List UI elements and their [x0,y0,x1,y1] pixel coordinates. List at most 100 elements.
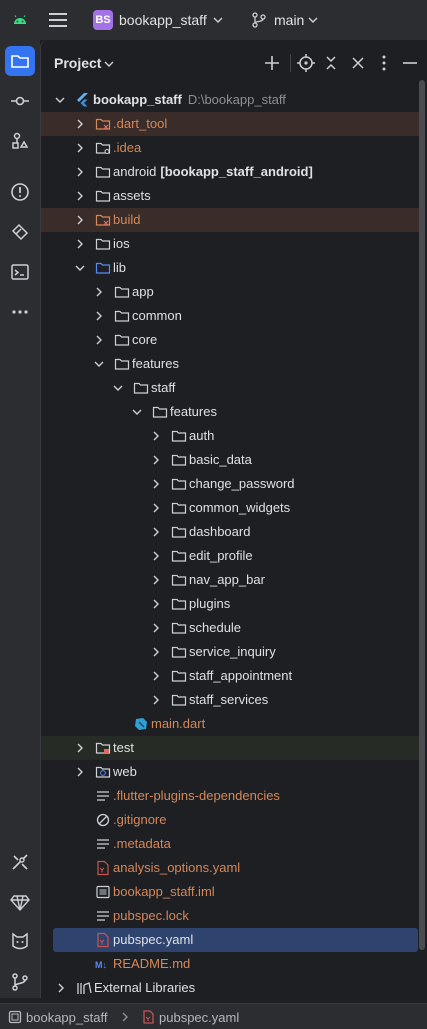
tree-folder-row[interactable]: ios [41,232,419,256]
chevron-right-icon[interactable] [151,479,161,489]
chevron-right-icon[interactable] [75,767,85,777]
chevron-right-icon[interactable] [151,599,161,609]
tree-folder-row[interactable]: edit_profile [41,544,419,568]
chevron-right-icon[interactable] [56,983,66,993]
tree-folder-row[interactable]: auth [41,424,419,448]
chevron-right-icon[interactable] [151,503,161,513]
breadcrumb-project[interactable]: bookapp_staff [26,1010,107,1025]
branch-switcher[interactable]: main [274,12,304,28]
project-badge[interactable]: BS [93,10,113,30]
vertical-scrollbar[interactable] [419,80,425,950]
tree-folder-row[interactable]: common [41,304,419,328]
tree-folder-row[interactable]: staff_services [41,688,419,712]
chevron-right-icon[interactable] [151,455,161,465]
tree-file-row[interactable]: M↓ README.md [41,952,419,976]
tree-folder-row[interactable]: lib [41,256,419,280]
logcat-tool-button[interactable] [5,927,35,957]
tree-file-row[interactable]: pubspec.lock [41,904,419,928]
tree-file-row[interactable]: bookapp_staff.iml [41,880,419,904]
tree-folder-row[interactable]: schedule [41,616,419,640]
more-tools-button[interactable] [5,297,35,327]
android-icon[interactable] [10,11,30,29]
new-file-icon[interactable] [263,54,281,72]
locate-icon[interactable] [297,54,315,72]
tree-file-row[interactable]: analysis_options.yaml [41,856,419,880]
expand-all-icon[interactable] [322,54,340,72]
problems-tool-button[interactable] [5,177,35,207]
commit-tool-button[interactable] [5,86,35,116]
tree-folder-row[interactable]: app [41,280,419,304]
tree-folder-row[interactable]: service_inquiry [41,640,419,664]
collapse-all-icon[interactable] [349,54,367,72]
tree-folder-row[interactable]: features [41,352,419,376]
chevron-right-icon[interactable] [75,743,85,753]
panel-title[interactable]: Project [54,55,101,71]
chevron-right-icon[interactable] [75,239,85,249]
chevron-right-icon[interactable] [75,167,85,177]
chevron-right-icon[interactable] [151,647,161,657]
tree-file-row[interactable]: .gitignore [41,808,419,832]
chevron-right-icon[interactable] [94,335,104,345]
tree-folder-row[interactable]: nav_app_bar [41,568,419,592]
tree-folder-row[interactable]: staff [41,376,419,400]
chevron-down-icon[interactable] [213,15,223,25]
chevron-down-icon[interactable] [75,263,85,273]
tree-folder-row[interactable]: assets [41,184,419,208]
chevron-down-icon[interactable] [113,383,123,393]
version-control-tool-button[interactable] [5,967,35,997]
tree-folder-row[interactable]: plugins [41,592,419,616]
chevron-right-icon[interactable] [75,119,85,129]
folder-icon [114,286,130,298]
build-tool-button[interactable] [5,847,35,877]
tree-folder-row[interactable]: .idea [41,136,419,160]
chevron-down-icon[interactable] [104,59,114,69]
options-icon[interactable] [375,54,393,72]
chevron-right-icon[interactable] [94,311,104,321]
tree-folder-row[interactable]: staff_appointment [41,664,419,688]
chevron-right-icon[interactable] [94,287,104,297]
chevron-right-icon[interactable] [151,527,161,537]
tree-file-row[interactable]: pubspec.yaml [53,928,418,952]
gem-tool-button[interactable] [5,887,35,917]
chevron-down-icon[interactable] [94,359,104,369]
tree-file-row[interactable]: main.dart [41,712,419,736]
project-switcher[interactable]: bookapp_staff [119,12,207,28]
tree-folder-row[interactable]: dashboard [41,520,419,544]
tree-folder-row[interactable]: External Libraries [41,976,419,1000]
structure-tool-button[interactable] [5,126,35,156]
tree-folder-row[interactable]: core [41,328,419,352]
tree-folder-row[interactable]: common_widgets [41,496,419,520]
tree-file-row[interactable]: .flutter-plugins-dependencies [41,784,419,808]
chevron-right-icon[interactable] [151,623,161,633]
tree-folder-row[interactable]: change_password [41,472,419,496]
chevron-down-icon[interactable] [132,407,142,417]
minimize-icon[interactable] [401,54,419,72]
tree-item-label: .metadata [113,836,171,851]
tree-folder-row[interactable]: web [41,760,419,784]
chevron-right-icon[interactable] [151,671,161,681]
tree-folder-row[interactable]: basic_data [41,448,419,472]
chevron-right-icon[interactable] [75,191,85,201]
tree-folder-row[interactable]: test [41,736,419,760]
tree-folder-row[interactable]: .dart_tool [41,112,419,136]
project-tool-button[interactable] [5,46,35,76]
chevron-right-icon[interactable] [151,695,161,705]
chevron-down-icon[interactable] [308,15,318,25]
chevron-right-icon[interactable] [75,143,85,153]
chevron-right-icon[interactable] [151,431,161,441]
chevron-right-icon[interactable] [151,575,161,585]
folder-icon [95,238,111,250]
tree-file-row[interactable]: .metadata [41,832,419,856]
breadcrumb-file[interactable]: pubspec.yaml [159,1010,239,1025]
main-menu-icon[interactable] [48,12,68,28]
chevron-right-icon[interactable] [151,551,161,561]
tree-folder-row[interactable]: android [bookapp_staff_android] [41,160,419,184]
tree-folder-row[interactable]: features [41,400,419,424]
git-branch-icon[interactable] [252,12,266,28]
tree-folder-row[interactable]: build [41,208,419,232]
resource-manager-tool-button[interactable] [5,217,35,247]
tree-folder-row[interactable]: bookapp_staff D:\bookapp_staff [41,88,419,112]
chevron-right-icon[interactable] [75,215,85,225]
chevron-down-icon[interactable] [55,95,65,105]
terminal-tool-button[interactable] [5,257,35,287]
